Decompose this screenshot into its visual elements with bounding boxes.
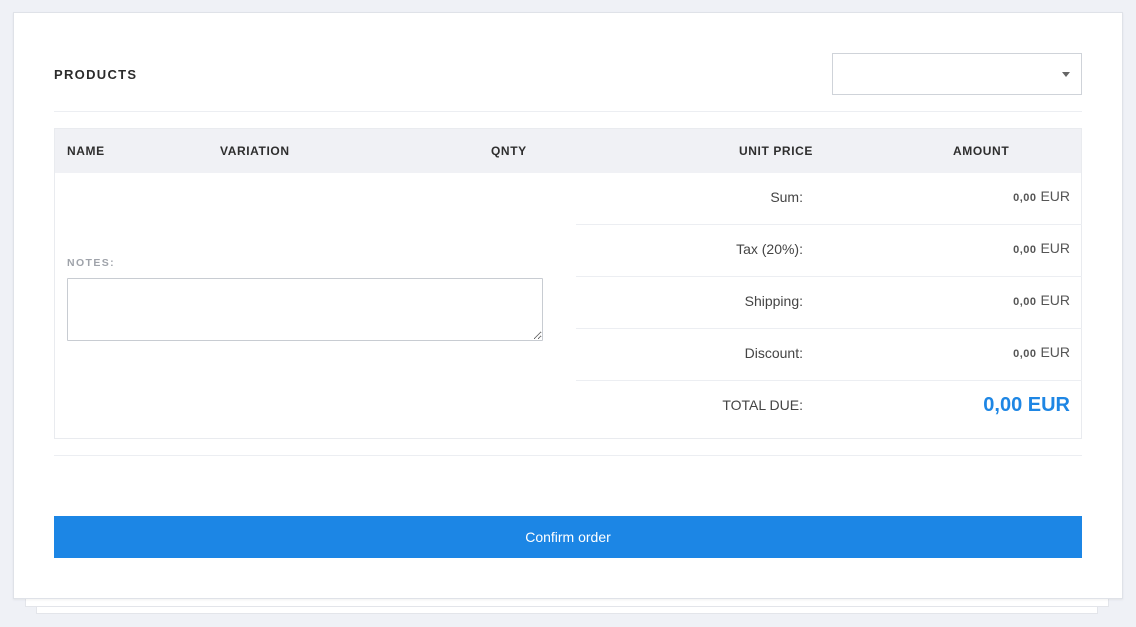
sum-label: Sum: (770, 189, 803, 205)
products-table: NAME VARIATION QNTY UNIT PRICE AMOUNT NO… (54, 128, 1082, 439)
caret-down-icon (1062, 72, 1070, 77)
products-title: PRODUCTS (54, 67, 138, 82)
totals-row-shipping: Shipping: 0,00 EUR (576, 277, 1082, 329)
confirm-order-button[interactable]: Confirm order (54, 516, 1082, 558)
shipping-label: Shipping: (744, 293, 803, 309)
column-header-unit-price: UNIT PRICE (739, 144, 814, 158)
shipping-value: 0,00 EUR (1013, 292, 1070, 308)
totals-row-sum: Sum: 0,00 EUR (576, 173, 1082, 225)
totals-row-tax: Tax (20%): 0,00 EUR (576, 225, 1082, 277)
discount-value: 0,00 EUR (1013, 344, 1070, 360)
header-divider (54, 111, 1082, 112)
table-header-row: NAME VARIATION QNTY UNIT PRICE AMOUNT (55, 129, 1081, 173)
tax-value: 0,00 EUR (1013, 240, 1070, 256)
sum-value: 0,00 EUR (1013, 188, 1070, 204)
totals-row-discount: Discount: 0,00 EUR (576, 329, 1082, 381)
column-header-name: NAME (67, 144, 105, 158)
order-totals: Sum: 0,00 EUR Tax (20%): 0,00 EUR Shippi… (576, 173, 1082, 439)
product-select[interactable] (832, 53, 1082, 95)
tax-label: Tax (20%): (736, 241, 803, 257)
order-card: PRODUCTS NAME VARIATION QNTY UNIT PRICE … (13, 12, 1123, 599)
column-header-qnty: QNTY (491, 144, 527, 158)
totals-row-total-due: TOTAL DUE: 0,00 EUR (576, 381, 1082, 439)
column-header-amount: AMOUNT (953, 144, 1010, 158)
footer-divider (54, 455, 1082, 456)
discount-label: Discount: (744, 345, 803, 361)
notes-textarea[interactable] (67, 278, 543, 341)
notes-label: NOTES: (67, 257, 116, 269)
total-due-label: TOTAL DUE: (722, 397, 803, 413)
total-due-value: 0,00 EUR (983, 394, 1070, 416)
column-header-variation: VARIATION (220, 144, 290, 158)
